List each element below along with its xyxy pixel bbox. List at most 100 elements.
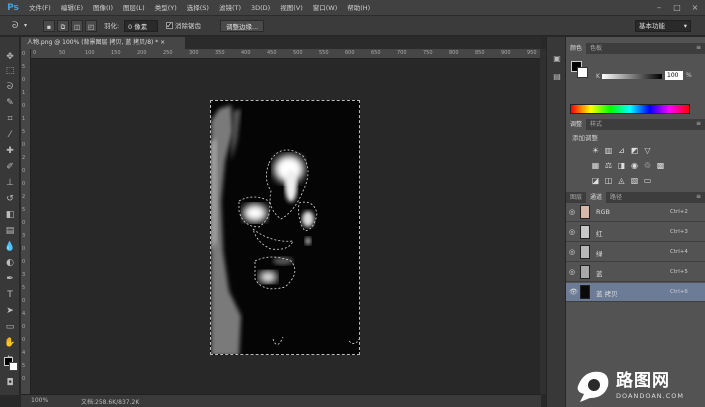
- ruler-tick-label: 600: [345, 50, 355, 56]
- dodge-icon[interactable]: ◐: [3, 257, 17, 270]
- refine-edge-button[interactable]: 调整边缘...: [220, 20, 265, 32]
- visibility-eye-icon[interactable]: ◎: [569, 228, 577, 236]
- visibility-eye-icon[interactable]: ◎: [569, 268, 577, 276]
- black-white-icon[interactable]: ◨: [617, 161, 626, 170]
- feather-input[interactable]: 0 像素: [124, 20, 158, 32]
- canvas-area[interactable]: [31, 60, 540, 394]
- menu-view[interactable]: 视图(V): [275, 0, 308, 16]
- tab-styles[interactable]: 样式: [586, 119, 606, 130]
- menu-image[interactable]: 图像(I): [88, 0, 118, 16]
- crop-icon[interactable]: ⌗: [3, 113, 17, 126]
- hand-icon[interactable]: ✋: [3, 337, 17, 350]
- menu-select[interactable]: 选择(S): [182, 0, 214, 16]
- panel-menu-icon[interactable]: ≡: [696, 120, 701, 127]
- channel-row[interactable]: 👁 蓝 拷贝 Ctrl+6: [566, 283, 705, 302]
- quick-select-icon[interactable]: ✎: [3, 97, 17, 110]
- color-spectrum[interactable]: [570, 104, 690, 114]
- lasso-icon[interactable]: ᘐ: [12, 20, 18, 32]
- brightness-contrast-icon[interactable]: ☀: [591, 146, 600, 155]
- background-color[interactable]: [9, 362, 18, 371]
- menu-window[interactable]: 窗口(W): [308, 0, 343, 16]
- color-background-swatch[interactable]: [577, 67, 588, 78]
- channel-name: 蓝 拷贝: [596, 290, 618, 298]
- path-select-icon[interactable]: ➤: [3, 305, 17, 318]
- k-slider[interactable]: [602, 74, 662, 79]
- subtract-selection-icon[interactable]: ◫: [71, 20, 83, 32]
- channel-shortcut: Ctrl+6: [670, 289, 688, 295]
- ruler-tick-label: 500: [293, 50, 303, 56]
- vibrance-icon[interactable]: ▽: [643, 146, 652, 155]
- history-panel-icon[interactable]: ▣: [551, 53, 563, 65]
- photo-filter-icon[interactable]: ◉: [630, 161, 639, 170]
- chevron-down-icon[interactable]: ▾: [24, 20, 27, 32]
- visibility-eye-icon[interactable]: ◎: [569, 208, 577, 216]
- document-image[interactable]: [210, 100, 360, 355]
- new-selection-icon[interactable]: ▪: [43, 20, 55, 32]
- exposure-icon[interactable]: ◩: [630, 146, 639, 155]
- pen-icon[interactable]: ✒: [3, 273, 17, 286]
- threshold-icon[interactable]: ◬: [617, 176, 626, 185]
- tab-paths[interactable]: 路径: [606, 192, 626, 203]
- invert-icon[interactable]: ◪: [591, 176, 600, 185]
- quick-mask-icon[interactable]: ◘: [3, 377, 17, 390]
- add-selection-icon[interactable]: ⧉: [57, 20, 69, 32]
- type-icon[interactable]: T: [3, 289, 17, 302]
- menu-help[interactable]: 帮助(H): [342, 0, 375, 16]
- properties-panel-icon[interactable]: ▤: [551, 71, 563, 83]
- tab-color[interactable]: 颜色: [566, 43, 587, 54]
- channel-row[interactable]: ◎ 蓝 Ctrl+5: [566, 263, 705, 282]
- zoom-level[interactable]: 100%: [31, 397, 48, 404]
- k-value-input[interactable]: 100: [665, 71, 683, 80]
- levels-icon[interactable]: ▥: [604, 146, 613, 155]
- menu-file[interactable]: 文件(F): [24, 0, 56, 16]
- ruler-tick-label: 250: [163, 50, 173, 56]
- history-brush-icon[interactable]: ↺: [3, 193, 17, 206]
- visibility-eye-icon[interactable]: 👁: [569, 288, 578, 296]
- tab-channels[interactable]: 通道: [586, 192, 607, 203]
- close-icon[interactable]: ×: [689, 3, 701, 13]
- channel-row[interactable]: ◎ 红 Ctrl+3: [566, 223, 705, 242]
- menu-edit[interactable]: 编辑(E): [56, 0, 88, 16]
- eyedropper-icon[interactable]: ⁄: [3, 129, 17, 142]
- menu-filter[interactable]: 滤镜(T): [214, 0, 246, 16]
- channel-row[interactable]: ◎ RGB Ctrl+2: [566, 203, 705, 222]
- curves-icon[interactable]: ⊿: [617, 146, 626, 155]
- minimize-icon[interactable]: –: [653, 3, 665, 13]
- channel-row[interactable]: ◎ 绿 Ctrl+4: [566, 243, 705, 262]
- rectangle-icon[interactable]: ▭: [3, 321, 17, 334]
- tab-adjustments[interactable]: 调整: [566, 119, 587, 130]
- marquee-icon[interactable]: ⬚: [3, 65, 17, 78]
- ruler-horizontal[interactable]: 0 50 100 150 200 250 300 350 400 450 500 550 600 650 7…: [31, 49, 540, 59]
- panel-menu-icon[interactable]: ≡: [696, 44, 701, 51]
- menu-type[interactable]: 类型(Y): [150, 0, 182, 16]
- visibility-eye-icon[interactable]: ◎: [569, 248, 577, 256]
- hue-saturation-icon[interactable]: ▦: [591, 161, 600, 170]
- gradient-map-icon[interactable]: ▭: [643, 176, 652, 185]
- color-balance-icon[interactable]: ⚖: [604, 161, 613, 170]
- maximize-icon[interactable]: □: [671, 3, 683, 13]
- selective-color-icon[interactable]: ▧: [630, 176, 639, 185]
- workspace-select[interactable]: 基本功能 ▾: [635, 20, 691, 32]
- blur-icon[interactable]: 💧: [3, 241, 17, 254]
- panel-menu-icon[interactable]: ≡: [696, 193, 701, 200]
- tab-layers[interactable]: 图层: [566, 192, 586, 203]
- ruler-vertical[interactable]: 0 5 0 1 0 1 5 0 2 0 0 2 5 0 3 0 0 3 5 0 4 0 0 4 5 0: [21, 49, 31, 394]
- brush-icon[interactable]: ✐: [3, 161, 17, 174]
- eraser-icon[interactable]: ◧: [3, 209, 17, 222]
- tab-swatches[interactable]: 色板: [586, 43, 606, 54]
- document-tab[interactable]: 人物.png @ 100% (背景图层 拷贝, 蓝 拷贝/8) * ×: [21, 37, 185, 49]
- menu-layer[interactable]: 图层(L): [118, 0, 150, 16]
- menu-3d[interactable]: 3D(D): [246, 0, 275, 16]
- clone-stamp-icon[interactable]: ⊥: [3, 177, 17, 190]
- color-lookup-icon[interactable]: ▩: [656, 161, 665, 170]
- posterize-icon[interactable]: ◫: [604, 176, 613, 185]
- gradient-icon[interactable]: ▤: [3, 225, 17, 238]
- document-size: 文档:258.6K/837.2K: [81, 399, 140, 406]
- move-icon[interactable]: ✥: [3, 51, 17, 64]
- lasso-icon[interactable]: ᘐ: [3, 81, 17, 94]
- antialias-checkbox[interactable]: 消除锯齿: [166, 20, 201, 32]
- ruler-tick-label: 950: [527, 50, 537, 56]
- intersect-selection-icon[interactable]: ◰: [85, 20, 97, 32]
- channel-mixer-icon[interactable]: ♲: [643, 161, 652, 170]
- healing-brush-icon[interactable]: ✚: [3, 145, 17, 158]
